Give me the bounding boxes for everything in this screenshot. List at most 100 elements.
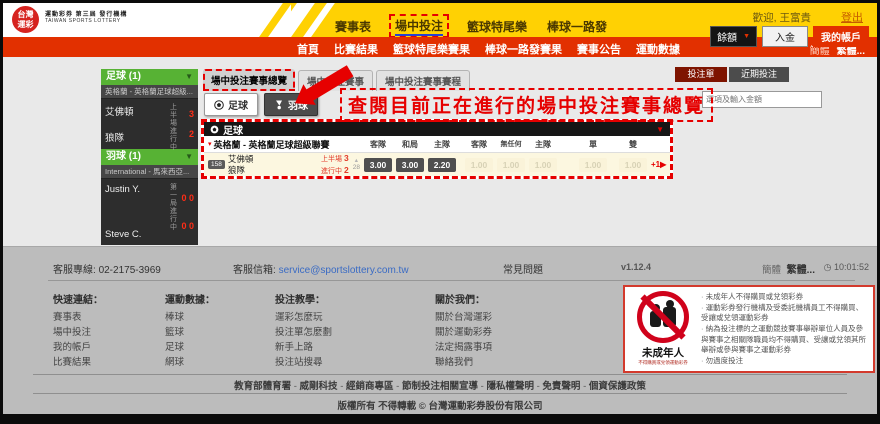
tab-live-overview[interactable]: 場中投注賽事總覽: [203, 69, 295, 91]
score-player-two: 0 0: [180, 221, 194, 231]
policy-link[interactable]: 隱私權聲明: [486, 381, 542, 392]
live-odds-table: 足球 ▼ ▾ 英格蘭 - 英格蘭足球超級聯賽 客隊 和局 主隊 客隊 無任何 主…: [201, 119, 673, 179]
player-one: Justin Y.: [105, 184, 169, 195]
warning-bullet: 未成年人不得購買或兌領彩券: [701, 292, 867, 303]
tab-live-betting[interactable]: 場中投注: [389, 14, 449, 38]
nav-item-home[interactable]: 首頁: [297, 41, 319, 57]
footer-link[interactable]: 網球: [165, 355, 215, 370]
sidebar-section-soccer[interactable]: 足球 (1) ▼: [101, 69, 198, 85]
col-away: 客隊: [364, 139, 392, 150]
odds-button-away[interactable]: 3.00: [364, 158, 392, 172]
table-sport-header[interactable]: 足球 ▼: [204, 122, 670, 136]
sidebar-league-epl[interactable]: 英格蘭 - 英格蘭足球超級...: [101, 85, 198, 99]
nav-item-baseball-results[interactable]: 棒球一路發賽果: [485, 41, 562, 57]
footer-link[interactable]: 棒球: [165, 310, 215, 325]
footer-link[interactable]: 籃球: [165, 325, 215, 340]
service-mail-link[interactable]: service@sportslottery.com.tw: [279, 265, 409, 276]
score-player-one: 0 0: [180, 193, 194, 203]
secondary-nav-items: 首頁 比賽結果 籃球特尾樂賽果 棒球一路發賽果 賽事公告 運動數據: [297, 41, 680, 57]
footer-col-about: 關於我們： 關於台灣運彩 關於運動彩券 法定揭露事項 聯絡我們: [435, 291, 492, 370]
footer-link[interactable]: 聯絡我們: [435, 355, 492, 370]
no-minors-sign-icon: [637, 291, 689, 343]
odds-button-home[interactable]: 2.20: [428, 158, 456, 172]
footer-link[interactable]: 關於運動彩券: [435, 325, 492, 340]
footer-link[interactable]: 我的帳戶: [53, 340, 103, 355]
nav-item-announcements[interactable]: 賽事公告: [577, 41, 621, 57]
account-toolbar: 餘額 ▼ 入金 我的帳戶: [710, 26, 869, 47]
footer-link[interactable]: 場中投注: [53, 325, 103, 340]
footer-link[interactable]: 投注單怎麼劃: [275, 325, 332, 340]
event-id-badge: 158: [208, 160, 225, 169]
col-draw: 和局: [396, 139, 424, 150]
team-away: 艾佛頓: [105, 104, 169, 118]
sidebar-match-badminton[interactable]: Justin Y. Steve C. 第一局進行中 0 0 0 0: [101, 179, 198, 245]
footer-link[interactable]: 比賽結果: [53, 355, 103, 370]
footer-link[interactable]: 賽事表: [53, 310, 103, 325]
nav-item-results[interactable]: 比賽結果: [334, 41, 378, 57]
brand-logo[interactable]: 台灣運彩: [12, 6, 39, 33]
nav-item-basketball-results[interactable]: 籃球特尾樂賽果: [393, 41, 470, 57]
odds-disabled: 1.00: [579, 158, 607, 172]
betslip-tabs: 投注單 近期投注: [675, 67, 789, 82]
warning-bullet: 納為投注標的之運動競技賽事舉辦單位人員及參與賽事之相關隊職員均不得購買、受讓或兌…: [701, 324, 867, 356]
match-period: 上半場進行中: [169, 104, 178, 144]
deposit-button[interactable]: 入金: [762, 26, 808, 47]
policy-link[interactable]: 教育部體育署: [234, 381, 299, 392]
odds-header-row: ▾ 英格蘭 - 英格蘭足球超級聯賽 客隊 和局 主隊 客隊 無任何 主隊 單 雙: [204, 136, 670, 153]
balance-dropdown[interactable]: 餘額 ▼: [710, 26, 757, 47]
footer-lang-simplified[interactable]: 簡體: [762, 262, 781, 276]
footer-lang-traditional[interactable]: 繁體...: [787, 261, 815, 276]
policy-link[interactable]: 個資保護政策: [589, 381, 646, 392]
col-odd: 單: [579, 139, 607, 150]
score-away: 3: [180, 109, 194, 119]
row-status: 進行中: [321, 168, 342, 175]
match-period: 第一局進行中: [169, 184, 178, 240]
player-two: Steve C.: [105, 229, 169, 240]
copyright: 版權所有 不得轉載 © 台灣運動彩券股份有限公司: [3, 398, 877, 412]
chevron-down-icon: ▼: [743, 33, 750, 40]
arrow-right-icon: ▶: [660, 160, 666, 169]
footer-link[interactable]: 運彩怎麼玩: [275, 310, 332, 325]
footer-link[interactable]: 新手上路: [275, 340, 332, 355]
footer-link[interactable]: 投注站搜尋: [275, 355, 332, 370]
sidebar-section-badminton[interactable]: 羽球 (1) ▼: [101, 149, 198, 165]
faq-link[interactable]: 常見問題: [503, 261, 543, 276]
logout-link[interactable]: 登出: [841, 9, 863, 25]
service-phone: 客服專線: 02-2175-3969: [53, 261, 161, 276]
match-minute: ▲ 28: [353, 158, 360, 171]
policy-link[interactable]: 節制投注相關宣導: [402, 381, 486, 392]
warning-bullet: 勿過度投注: [701, 356, 867, 367]
row-team-away: 艾佛頓: [228, 154, 254, 164]
nav-item-sports-data[interactable]: 運動數據: [636, 41, 680, 57]
policy-link[interactable]: 經銷商專區: [346, 381, 402, 392]
footer-link[interactable]: 關於台灣運彩: [435, 310, 492, 325]
footer-col-sports-data: 運動數據： 棒球 籃球 足球 網球: [165, 291, 215, 370]
tab-schedule[interactable]: 賽事表: [335, 18, 371, 35]
live-events-sidebar: 足球 (1) ▼ 英格蘭 - 英格蘭足球超級... 艾佛頓 狼隊 上半場進行中 …: [101, 69, 198, 245]
sidebar-match-soccer[interactable]: 艾佛頓 狼隊 上半場進行中 3 2: [101, 99, 198, 149]
recent-bets-tab[interactable]: 近期投注: [729, 67, 789, 82]
sidebar-league-badminton[interactable]: International - 馬來西亞...: [101, 165, 198, 179]
welcome-text: 歡迎, 王富貴: [753, 10, 811, 25]
odds-button-draw[interactable]: 3.00: [396, 158, 424, 172]
betslip-amount-input[interactable]: [702, 91, 822, 108]
tab-basketball-game[interactable]: 籃球特尾樂: [467, 18, 527, 35]
footer-link[interactable]: 法定揭露事項: [435, 340, 492, 355]
policy-link[interactable]: 免責聲明: [542, 381, 588, 392]
footer-col-tutorials: 投注教學： 運彩怎麼玩 投注單怎麼劃 新手上路 投注站搜尋: [275, 291, 332, 370]
clock-icon: ◷: [824, 262, 832, 272]
score-home: 2: [180, 129, 194, 139]
filter-soccer-button[interactable]: 足球: [204, 93, 258, 116]
col-even: 雙: [619, 139, 647, 150]
tab-baseball-game[interactable]: 棒球一路發: [547, 18, 607, 35]
more-markets-link[interactable]: +1▶: [651, 160, 666, 169]
my-account-button[interactable]: 我的帳戶: [813, 26, 869, 47]
odds-row: 158 艾佛頓 狼隊 上半場3 進行中2 ▲ 28 3.00 3.00 2.20…: [204, 153, 670, 176]
divider: [48, 280, 855, 281]
col-none: 無任何: [497, 139, 525, 149]
brand-tagline: 運動彩券 第三屆 發行機構: [45, 9, 127, 18]
odds-disabled: 1.00: [497, 158, 525, 172]
betslip-tab[interactable]: 投注單: [675, 67, 727, 82]
footer-link[interactable]: 足球: [165, 340, 215, 355]
policy-link[interactable]: 威剛科技: [300, 381, 346, 392]
